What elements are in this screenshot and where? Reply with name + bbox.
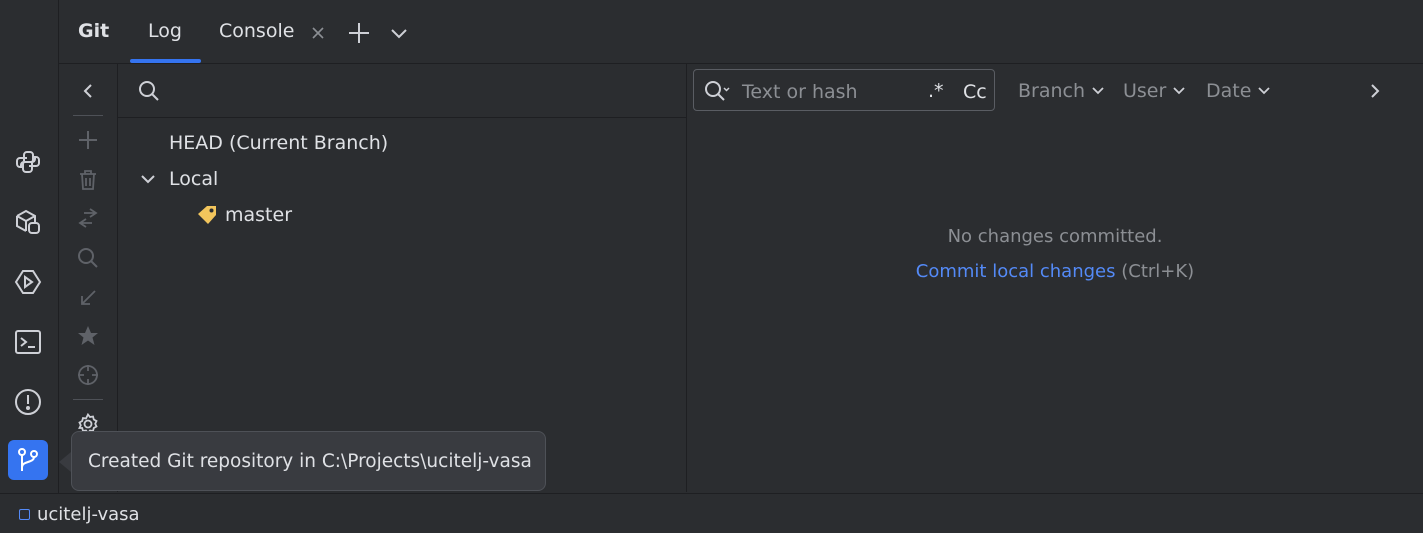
close-tab-icon[interactable] [309,24,327,42]
search-icon [138,80,160,102]
branch-name: master [225,204,293,226]
tool-window-header: Git Log Console [59,0,1423,64]
search-icon[interactable] [76,246,100,270]
problems-icon[interactable] [8,382,48,422]
commit-hint-line: Commit local changes (Ctrl+K) [687,261,1423,282]
services-icon[interactable] [8,262,48,302]
commit-shortcut: (Ctrl+K) [1121,261,1195,282]
branch-filter-dropdown[interactable]: Branch [1018,80,1105,102]
filter-input[interactable]: Text or hash [742,81,858,103]
log-filter-field[interactable]: Text or hash .* Cc [693,69,995,111]
branches-toolbar [59,64,118,492]
status-bar: ucitelj-vasa [0,493,1423,533]
user-filter-label: User [1123,80,1167,102]
python-packages-icon[interactable] [8,202,48,242]
branches-panel: HEAD (Current Branch) Local master [118,64,687,492]
chevron-down-icon[interactable] [387,23,411,43]
project-name[interactable]: ucitelj-vasa [37,504,140,525]
chevron-right-icon[interactable] [1370,83,1380,99]
tab-console[interactable]: Console [219,20,294,42]
chevron-down-icon [1092,87,1104,95]
python-icon[interactable] [8,142,48,182]
commit-local-changes-link[interactable]: Commit local changes [916,261,1116,282]
favorite-icon[interactable] [76,324,100,348]
delete-icon[interactable] [76,168,100,192]
chevron-down-icon [1258,87,1271,95]
tool-window-title: Git [78,20,110,42]
local-label: Local [169,168,219,190]
toolbar-separator [73,115,103,116]
tab-log[interactable]: Log [148,20,182,42]
empty-log-message: No changes committed. [947,226,1163,247]
new-branch-icon[interactable] [76,128,100,152]
tree-item-local[interactable]: Local [140,168,218,190]
chevron-down-icon[interactable] [140,173,169,185]
tree-item-branch[interactable]: master [196,204,292,226]
target-icon[interactable] [76,363,100,387]
activity-bar [0,0,59,493]
notification-tooltip: Created Git repository in C:\Projects\uc… [71,431,546,491]
terminal-icon[interactable] [8,322,48,362]
head-label: HEAD (Current Branch) [169,132,389,154]
collapse-left-icon[interactable] [76,79,100,103]
project-icon [19,509,30,520]
chevron-down-icon [1173,87,1185,95]
user-filter-dropdown[interactable]: User [1123,80,1186,102]
compare-icon[interactable] [76,206,100,230]
date-filter-label: Date [1206,80,1252,102]
git-branch-icon[interactable] [8,440,48,480]
tooltip-text: Created Git repository in C:\Projects\uc… [88,451,532,472]
plus-icon[interactable] [347,21,371,45]
checkout-icon[interactable] [76,286,100,310]
branch-search-field[interactable] [118,64,686,118]
log-panel: Text or hash .* Cc Branch User Date No c… [687,64,1423,492]
tree-item-head[interactable]: HEAD (Current Branch) [169,132,388,154]
active-tab-indicator [130,59,201,63]
tag-icon [196,205,225,225]
regex-toggle[interactable]: .* [928,80,944,102]
branch-filter-label: Branch [1018,80,1086,102]
search-history-icon[interactable] [704,80,730,102]
toolbar-separator [73,399,103,400]
date-filter-dropdown[interactable]: Date [1206,80,1271,102]
match-case-toggle[interactable]: Cc [963,81,987,103]
tooltip-arrow [59,452,71,472]
